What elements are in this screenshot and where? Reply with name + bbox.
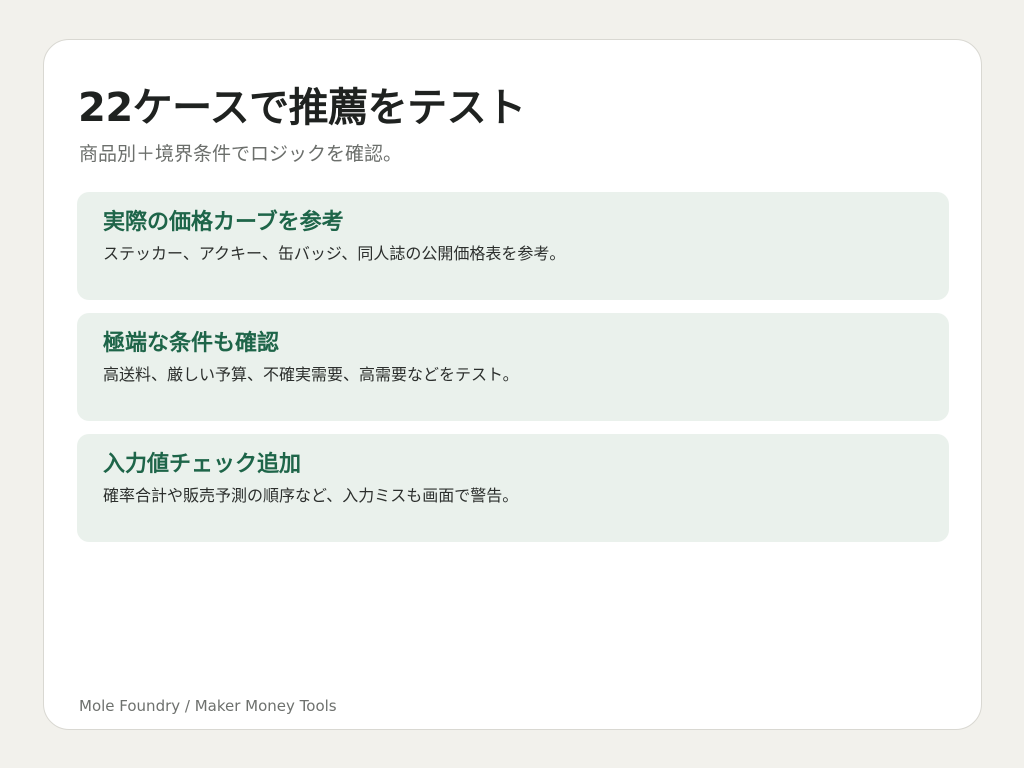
feature-card-input-validation: 入力値チェック追加 確率合計や販売予測の順序など、入力ミスも画面で警告。 bbox=[77, 434, 949, 542]
feature-title: 極端な条件も確認 bbox=[103, 331, 280, 356]
page-title: 22ケースで推薦をテスト bbox=[78, 85, 526, 131]
page-subtitle: 商品別＋境界条件でロジックを確認。 bbox=[79, 143, 403, 165]
feature-description: 確率合計や販売予測の順序など、入力ミスも画面で警告。 bbox=[103, 486, 519, 505]
slide-card: 22ケースで推薦をテスト 商品別＋境界条件でロジックを確認。 実際の価格カーブを… bbox=[43, 39, 982, 730]
feature-title: 入力値チェック追加 bbox=[103, 452, 302, 477]
feature-description: ステッカー、アクキー、缶バッジ、同人誌の公開価格表を参考。 bbox=[103, 244, 566, 263]
feature-title: 実際の価格カーブを参考 bbox=[103, 210, 344, 235]
feature-card-price-curve: 実際の価格カーブを参考 ステッカー、アクキー、缶バッジ、同人誌の公開価格表を参考… bbox=[77, 192, 949, 300]
footer-credit: Mole Foundry / Maker Money Tools bbox=[79, 697, 337, 715]
feature-card-extreme-conditions: 極端な条件も確認 高送料、厳しい予算、不確実需要、高需要などをテスト。 bbox=[77, 313, 949, 421]
feature-description: 高送料、厳しい予算、不確実需要、高需要などをテスト。 bbox=[103, 365, 519, 384]
